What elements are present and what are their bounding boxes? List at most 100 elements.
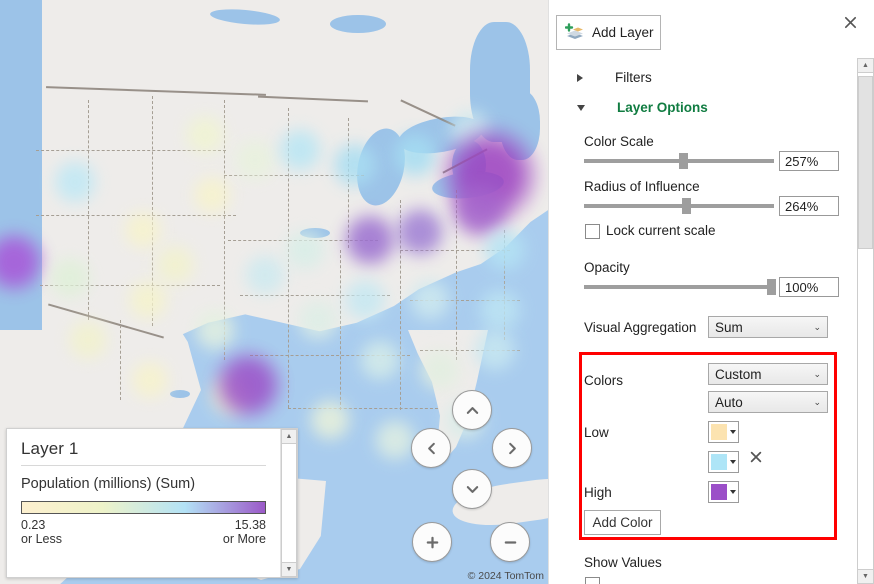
application-window: © 2024 TomTom Layer 1 Population (millio… — [0, 0, 874, 584]
show-values-checkbox[interactable] — [585, 577, 600, 584]
layer-settings-panel: Add Layer Filters Layer Options Color Sc… — [548, 0, 874, 584]
legend-scroll-down-button[interactable]: ▼ — [281, 562, 297, 577]
panel-scroll-thumb[interactable] — [858, 76, 873, 249]
heatmap-blob — [327, 137, 383, 193]
heatmap-blob — [45, 253, 95, 303]
pan-down-button[interactable] — [452, 469, 492, 509]
heatmap-blob — [190, 305, 240, 355]
color-scale-slider-thumb[interactable] — [679, 153, 688, 169]
zoom-out-button[interactable] — [490, 522, 530, 562]
section-layer-options-label: Layer Options — [617, 100, 708, 115]
close-icon — [844, 16, 856, 28]
lock-current-scale-checkbox[interactable] — [585, 224, 600, 239]
close-icon — [750, 451, 762, 463]
legend-measure-label: Population (millions) (Sum) — [21, 476, 196, 492]
panel-scroll-up-button[interactable]: ▲ — [857, 58, 874, 73]
heatmap-blob — [293, 295, 343, 345]
high-color-label: High — [584, 485, 612, 500]
plus-icon — [426, 536, 438, 548]
radius-of-influence-label: Radius of Influence — [584, 179, 700, 194]
chevron-down-icon: ⌄ — [813, 321, 821, 332]
chevron-down-icon — [730, 460, 736, 464]
map-lake-winnipeg — [330, 15, 386, 33]
opacity-label: Opacity — [584, 260, 630, 275]
remove-color-button[interactable] — [749, 450, 763, 469]
radius-slider-track[interactable] — [584, 204, 774, 208]
heatmap-blob — [404, 274, 456, 326]
section-layer-options[interactable]: Layer Options — [577, 100, 708, 115]
panel-scroll-track[interactable] — [857, 73, 874, 569]
map-state-line — [120, 320, 121, 400]
minus-icon — [504, 540, 516, 544]
heatmap-blob — [181, 111, 229, 159]
chevron-down-icon — [466, 485, 478, 493]
low-color-swatch-button[interactable] — [708, 421, 739, 443]
section-filters[interactable]: Filters — [577, 70, 652, 85]
zoom-in-button[interactable] — [412, 522, 452, 562]
heatmap-blob — [415, 345, 465, 395]
chevron-left-icon — [427, 442, 435, 454]
heatmap-blob — [151, 241, 199, 289]
opacity-slider-track[interactable] — [584, 285, 774, 289]
pan-left-button[interactable] — [411, 428, 451, 468]
legend-low-value: 0.23 — [21, 518, 46, 532]
heatmap-blob — [390, 202, 450, 262]
high-color-swatch-button[interactable] — [708, 481, 739, 503]
heatmap-blob — [209, 346, 287, 424]
map-canvas[interactable]: © 2024 TomTom Layer 1 Population (millio… — [0, 0, 548, 584]
panel-scroll-down-button[interactable]: ▼ — [857, 569, 874, 584]
map-legend-panel: Layer 1 Population (millions) (Sum) 0.23… — [6, 428, 298, 578]
heatmap-blob — [354, 334, 406, 386]
legend-scroll-up-button[interactable]: ▲ — [281, 429, 297, 444]
chevron-down-icon: ⌄ — [813, 368, 821, 379]
radius-value-input[interactable]: 264% — [779, 196, 839, 216]
heatmap-blob — [49, 156, 101, 208]
section-filters-label: Filters — [615, 70, 652, 85]
visual-aggregation-label: Visual Aggregation — [584, 320, 697, 335]
legend-scrollbar[interactable]: ▲ ▼ — [280, 429, 297, 577]
legend-scroll-track[interactable] — [281, 444, 297, 562]
color-scale-value-input[interactable]: 257% — [779, 151, 839, 171]
legend-value-range: 0.23 15.38 — [21, 518, 266, 532]
legend-color-gradient — [21, 501, 266, 514]
panel-scroll-content: Filters Layer Options Color Scale 257% R… — [549, 58, 851, 584]
chevron-down-icon: ⌄ — [813, 396, 821, 407]
heatmap-blob — [478, 223, 532, 277]
show-values-label: Show Values — [584, 555, 662, 570]
legend-value-captions: or Less or More — [21, 532, 266, 546]
high-color-swatch — [711, 484, 727, 500]
colors-scheme-dropdown[interactable]: Custom ⌄ — [708, 363, 828, 385]
add-color-button[interactable]: Add Color — [584, 510, 661, 535]
colors-mode-value: Auto — [715, 394, 743, 410]
legend-high-caption: or More — [222, 532, 266, 546]
legend-content: Layer 1 Population (millions) (Sum) 0.23… — [7, 429, 280, 577]
heatmap-blob — [305, 395, 355, 445]
colors-mode-dropdown[interactable]: Auto ⌄ — [708, 391, 828, 413]
heatmap-blob — [63, 315, 113, 365]
colors-label: Colors — [584, 373, 624, 388]
chevron-down-icon — [577, 104, 585, 111]
visual-aggregation-dropdown[interactable]: Sum ⌄ — [708, 316, 828, 338]
opacity-slider-thumb[interactable] — [767, 279, 776, 295]
heatmap-blob — [469, 324, 521, 376]
pan-right-button[interactable] — [492, 428, 532, 468]
radius-slider-thumb[interactable] — [682, 198, 691, 214]
panel-scrollbar[interactable]: ▲ ▼ — [857, 58, 874, 584]
lock-current-scale-label: Lock current scale — [606, 223, 716, 238]
legend-high-value: 15.38 — [234, 518, 266, 532]
close-panel-button[interactable] — [836, 8, 864, 36]
add-layer-label: Add Layer — [592, 25, 654, 40]
chevron-up-icon — [466, 406, 478, 414]
legend-low-caption: or Less — [21, 532, 62, 546]
pan-up-button[interactable] — [452, 390, 492, 430]
heatmap-blob — [339, 274, 391, 326]
map-attribution: © 2024 TomTom — [467, 570, 544, 582]
map-lake-small-2 — [170, 390, 190, 398]
mid-color-swatch-button[interactable] — [708, 451, 739, 473]
legend-layer-title: Layer 1 — [21, 439, 79, 458]
add-layer-button[interactable]: Add Layer — [556, 15, 661, 50]
chevron-down-icon — [730, 490, 736, 494]
opacity-value-input[interactable]: 100% — [779, 277, 839, 297]
mid-color-swatch — [711, 454, 727, 470]
visual-aggregation-value: Sum — [715, 319, 743, 335]
